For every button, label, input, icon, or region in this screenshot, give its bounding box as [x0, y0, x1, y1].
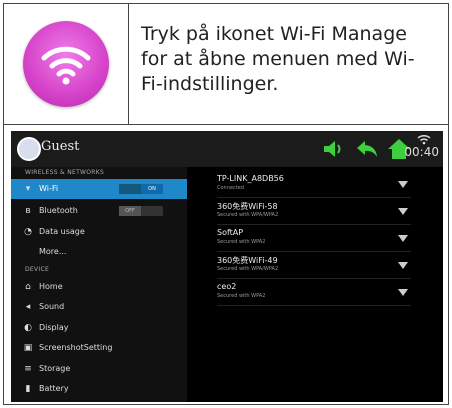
instruction-table: Tryk på ikonet Wi-Fi Manage for at åbne …: [3, 3, 449, 405]
section-header-wireless: WIRELESS & NETWORKS: [25, 169, 105, 176]
menu-item-label: More...: [39, 247, 67, 256]
menu-item-more[interactable]: More...: [11, 242, 187, 262]
network-status: Secured with WPA/WPA2: [217, 212, 279, 218]
wifi-icon: [41, 46, 91, 85]
display-icon: ◐: [24, 323, 32, 333]
menu-item-wifi[interactable]: ▾ Wi-Fi ON: [11, 179, 187, 199]
data-usage-icon: ◔: [24, 227, 32, 237]
menu-item-label: Data usage: [39, 227, 85, 236]
clock: 00:40: [404, 145, 439, 159]
network-status: Secured with WPA/WPA2: [217, 266, 279, 272]
menu-item-display[interactable]: ◐ Display: [11, 318, 187, 338]
status-bar: Guest 00:40: [11, 131, 443, 167]
instruction-row: Tryk på ikonet Wi-Fi Manage for at åbne …: [4, 4, 448, 125]
wifi-lock-icon: [398, 289, 408, 296]
menu-item-storage[interactable]: ≡ Storage: [11, 359, 187, 379]
instruction-text: Tryk på ikonet Wi-Fi Manage for at åbne …: [141, 23, 415, 95]
menu-item-label: ScreenshotSetting: [39, 343, 113, 352]
volume-icon[interactable]: [321, 137, 345, 161]
menu-item-label: Storage: [39, 364, 71, 373]
toggle-state: OFF: [119, 206, 141, 216]
back-icon[interactable]: [355, 137, 381, 161]
network-item[interactable]: 360免费WiFi-58 Secured with WPA/WPA2: [217, 198, 411, 225]
bluetooth-toggle[interactable]: OFF: [119, 206, 163, 216]
network-item[interactable]: 360免费WiFi-49 Secured with WPA/WPA2: [217, 252, 411, 279]
camera-icon: ▣: [23, 343, 33, 353]
menu-item-label: Battery: [39, 384, 69, 393]
network-item[interactable]: TP-LINK_A8DB56 Connected: [217, 171, 411, 198]
menu-item-sound[interactable]: ◂ Sound: [11, 297, 187, 317]
wifi-signal-icon: [417, 134, 431, 145]
wifi-lock-icon: [398, 235, 408, 242]
network-name: TP-LINK_A8DB56: [217, 174, 284, 183]
menu-item-home[interactable]: ⌂ Home: [11, 277, 187, 297]
battery-icon: ▮: [25, 384, 31, 394]
wifi-lock-icon: [398, 262, 408, 269]
menu-item-label: Sound: [39, 302, 65, 311]
wifi-toggle[interactable]: ON: [119, 184, 163, 194]
network-status: Secured with WPA2: [217, 293, 266, 299]
menu-item-data-usage[interactable]: ◔ Data usage: [11, 222, 187, 242]
section-header-device: DEVICE: [25, 266, 50, 273]
menu-item-label: Home: [39, 282, 63, 291]
sound-icon: ◂: [25, 302, 31, 312]
network-name: 360免费WiFi-58: [217, 202, 278, 211]
menu-item-label: Bluetooth: [39, 206, 78, 215]
wifi-network-list: TP-LINK_A8DB56 Connected 360免费WiFi-58 Se…: [187, 167, 443, 402]
network-status: Connected: [217, 185, 244, 191]
storage-icon: ≡: [24, 364, 32, 374]
bluetooth-icon: ʙ: [25, 206, 31, 216]
network-name: SoftAP: [217, 228, 244, 237]
wifi-lock-icon: [398, 208, 408, 215]
toggle-state: ON: [141, 184, 163, 194]
avatar: [17, 137, 41, 161]
network-status: Secured with WPA2: [217, 239, 266, 245]
menu-item-bluetooth[interactable]: ʙ Bluetooth OFF: [11, 201, 187, 221]
icon-cell: [4, 4, 129, 124]
network-item[interactable]: SoftAP Secured with WPA2: [217, 225, 411, 252]
wifi-signal-icon: [398, 181, 408, 188]
network-name: ceo2: [217, 282, 237, 291]
menu-item-label: Wi-Fi: [39, 184, 59, 193]
user-name: Guest: [41, 139, 80, 154]
network-name: 360免费WiFi-49: [217, 256, 278, 265]
network-item[interactable]: ceo2 Secured with WPA2: [217, 279, 411, 306]
settings-menu: WIRELESS & NETWORKS ▾ Wi-Fi ON ʙ Bluetoo…: [11, 167, 187, 402]
menu-item-label: Display: [39, 323, 69, 332]
wifi-manage-app-icon[interactable]: [23, 21, 109, 107]
menu-item-battery[interactable]: ▮ Battery: [11, 379, 187, 399]
android-settings-screenshot: Guest 00:40 WIRELESS & NETWORKS ▾ Wi-Fi …: [11, 131, 443, 402]
home-icon: ⌂: [25, 282, 31, 292]
wifi-icon: ▾: [25, 184, 31, 194]
menu-item-screenshot[interactable]: ▣ ScreenshotSetting: [11, 338, 187, 358]
